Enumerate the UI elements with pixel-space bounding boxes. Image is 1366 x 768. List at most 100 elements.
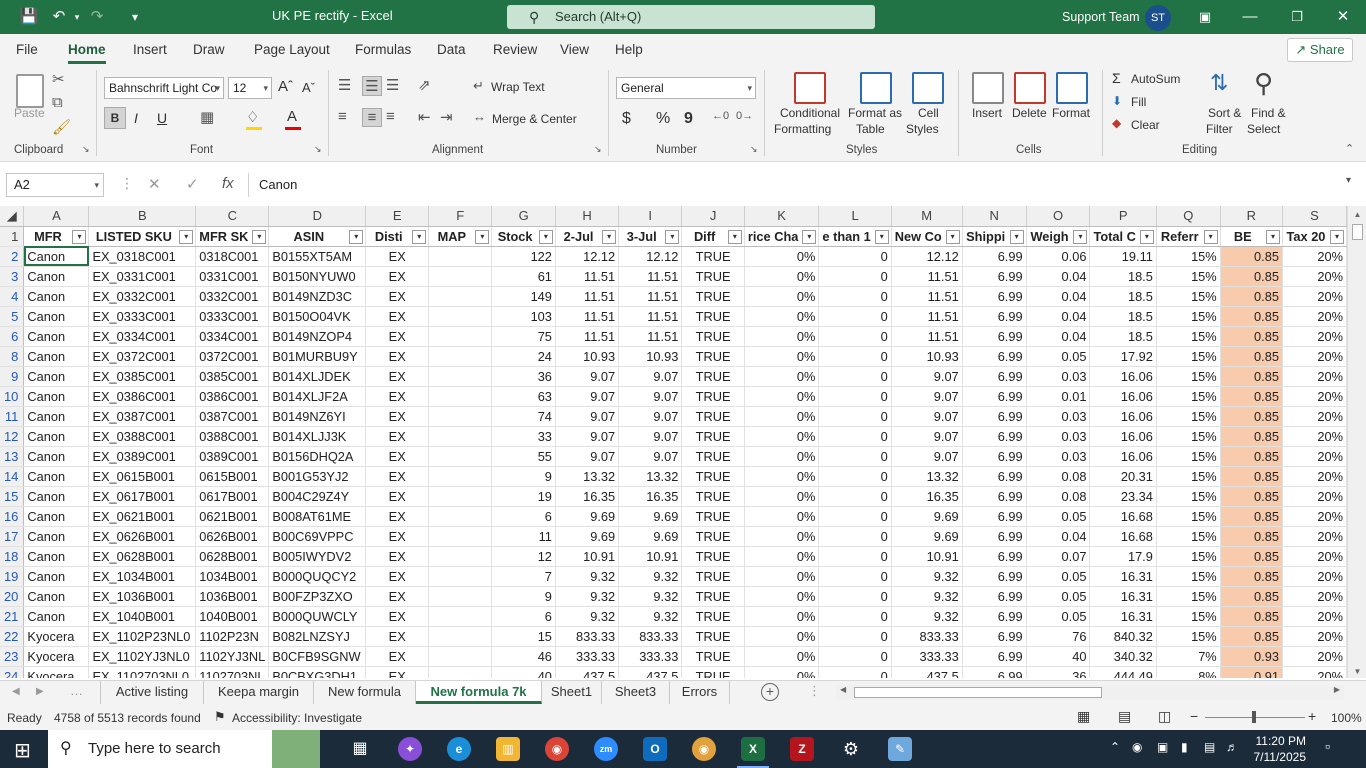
cell[interactable]: 9.32 (891, 606, 963, 627)
cell[interactable]: B0155XT5AM (268, 246, 367, 267)
cell[interactable]: EX (365, 666, 430, 678)
cell[interactable]: 103 (491, 306, 556, 327)
cell[interactable]: 0 (818, 466, 892, 487)
cell[interactable]: 0.03 (1026, 426, 1091, 447)
cell[interactable] (428, 266, 493, 287)
cell[interactable]: TRUE (681, 566, 745, 587)
filter-dropdown-icon[interactable]: ▾ (874, 229, 889, 244)
cell[interactable] (428, 546, 493, 567)
tab-page-layout[interactable]: Page Layout (254, 42, 330, 57)
filter-dropdown-icon[interactable]: ▾ (1073, 229, 1088, 244)
cell[interactable]: 0.85 (1220, 486, 1283, 507)
cell[interactable]: 0% (744, 266, 820, 287)
cell[interactable] (428, 286, 493, 307)
cell[interactable]: EX_0615B001 (88, 466, 197, 487)
cell[interactable]: 6.99 (962, 346, 1027, 367)
tab-view[interactable]: View (560, 42, 589, 57)
cell[interactable] (428, 626, 493, 647)
cell[interactable]: EX_0628B001 (88, 546, 197, 567)
cell[interactable]: EX_1102703NL0 (88, 666, 197, 678)
cell[interactable]: TRUE (681, 266, 745, 287)
cell[interactable]: 15% (1156, 586, 1221, 607)
column-header[interactable]: I (618, 206, 683, 227)
cell[interactable]: 9.07 (618, 406, 683, 427)
cell[interactable]: 9.32 (555, 586, 620, 607)
cell[interactable]: EX (365, 546, 430, 567)
cell[interactable]: 0 (818, 586, 892, 607)
cell[interactable]: 0.85 (1220, 566, 1283, 587)
filter-dropdown-icon[interactable]: ▾ (727, 229, 742, 244)
comma-button[interactable]: 9 (684, 110, 693, 128)
cell[interactable]: 17.9 (1089, 546, 1157, 567)
cell[interactable]: 15% (1156, 526, 1221, 547)
cell[interactable]: 0 (818, 646, 892, 667)
column-header[interactable]: B (88, 206, 197, 227)
cell[interactable]: 0% (744, 646, 820, 667)
cell[interactable] (428, 306, 493, 327)
cell[interactable]: 10.91 (891, 546, 963, 567)
cell[interactable]: 0621B001 (195, 506, 270, 527)
cell[interactable]: 20% (1282, 386, 1347, 407)
cell[interactable]: 16.31 (1089, 606, 1157, 627)
cell[interactable]: EX_0333C001 (88, 306, 197, 327)
cell[interactable]: 0.05 (1026, 566, 1091, 587)
format-painter-icon[interactable]: 🖌 (52, 118, 71, 136)
autosum-button[interactable]: AutoSum (1131, 72, 1180, 86)
cell[interactable]: 16.06 (1089, 366, 1157, 387)
cell[interactable]: EX (365, 466, 430, 487)
cell[interactable]: 0.04 (1026, 526, 1091, 547)
cell[interactable]: B000QUQCY2 (268, 566, 367, 587)
cell[interactable]: 15% (1156, 386, 1221, 407)
cell[interactable]: 444.49 (1089, 666, 1157, 678)
cell[interactable]: 0% (744, 506, 820, 527)
cell[interactable]: 0334C001 (195, 326, 270, 347)
cell[interactable] (428, 606, 493, 627)
cell[interactable]: 0.01 (1026, 386, 1091, 407)
row-header[interactable]: 20 (0, 586, 25, 607)
cell[interactable]: EX_0387C001 (88, 406, 197, 427)
cell[interactable]: 8% (1156, 666, 1221, 678)
borders-icon[interactable]: ▦ (200, 108, 214, 126)
cell-styles-label1[interactable]: Cell (918, 106, 939, 120)
cell[interactable]: TRUE (681, 666, 745, 678)
cell[interactable]: 6.99 (962, 486, 1027, 507)
cell[interactable]: 0% (744, 486, 820, 507)
cell[interactable]: 40 (491, 666, 556, 678)
settings-icon[interactable]: ⚙ (839, 737, 863, 761)
cell[interactable]: 6.99 (962, 386, 1027, 407)
cell[interactable]: 9.07 (891, 366, 963, 387)
cell[interactable]: 6.99 (962, 406, 1027, 427)
cell[interactable]: TRUE (681, 326, 745, 347)
font-size-box[interactable]: 12 ▾ (228, 77, 272, 99)
row-header[interactable]: 4 (0, 286, 25, 307)
row-header[interactable]: 23 (0, 646, 25, 667)
cell[interactable]: 6.99 (962, 426, 1027, 447)
percent-button[interactable]: % (656, 110, 670, 128)
find-select-label2[interactable]: Select (1247, 122, 1280, 136)
cell[interactable]: EX (365, 366, 430, 387)
tray-chevron-icon[interactable]: ⌃ (1110, 740, 1120, 754)
cell[interactable]: Kyocera (23, 626, 90, 647)
sheet-tab-sheet1[interactable]: Sheet1 (542, 681, 602, 704)
cell[interactable]: 40 (1026, 646, 1091, 667)
paste-icon[interactable] (16, 74, 44, 108)
filter-dropdown-icon[interactable]: ▾ (1009, 229, 1024, 244)
cell[interactable]: 833.33 (555, 626, 620, 647)
cell[interactable]: 6.99 (962, 646, 1027, 667)
cell[interactable]: 15% (1156, 446, 1221, 467)
filter-dropdown-icon[interactable]: ▾ (1139, 229, 1154, 244)
cell[interactable]: 0.03 (1026, 366, 1091, 387)
cell[interactable]: 20% (1282, 466, 1347, 487)
filter-header-cell[interactable]: BE ▾ (1220, 226, 1283, 247)
filter-dropdown-icon[interactable]: ▾ (475, 229, 490, 244)
cell[interactable]: 0.03 (1026, 446, 1091, 467)
cell[interactable]: Canon (23, 286, 90, 307)
cell[interactable]: 0% (744, 246, 820, 267)
cell[interactable]: 9.07 (891, 406, 963, 427)
cell[interactable]: 6.99 (962, 366, 1027, 387)
cell[interactable]: Canon (23, 326, 90, 347)
cell[interactable]: 1040B001 (195, 606, 270, 627)
cell[interactable]: EX (365, 486, 430, 507)
share-button[interactable]: ↗ Share (1287, 38, 1353, 62)
filter-header-cell[interactable]: e than 1 ▾ (818, 226, 892, 247)
